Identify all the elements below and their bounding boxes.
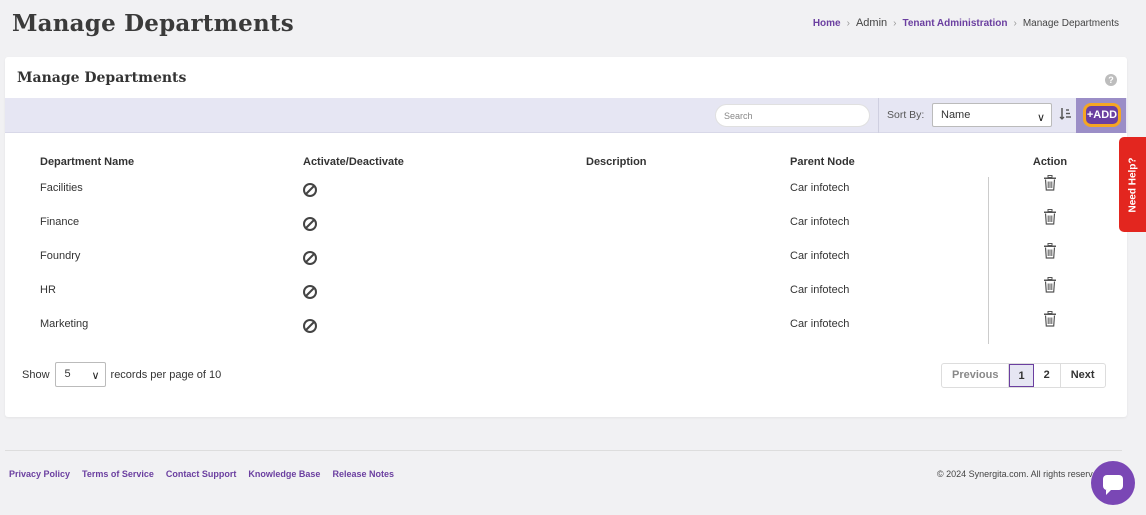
- trash-icon[interactable]: [1043, 276, 1057, 296]
- sort-by-select[interactable]: Name ∨: [932, 103, 1052, 127]
- departments-table: Department Name Activate/Deactivate Desc…: [5, 153, 1120, 341]
- department-name: Marketing: [40, 318, 89, 330]
- sort-by-value: Name: [941, 109, 971, 121]
- show-label: Show: [22, 368, 50, 381]
- add-button[interactable]: +ADD: [1083, 103, 1121, 127]
- sort-label: Sort By:: [887, 109, 925, 121]
- knowledge-base-link[interactable]: Knowledge Base: [248, 469, 320, 479]
- department-description: [586, 205, 790, 239]
- footer-links: Privacy Policy Terms of Service Contact …: [9, 469, 394, 479]
- department-name: Facilities: [40, 182, 83, 194]
- trash-icon[interactable]: [1043, 310, 1057, 330]
- terms-of-service-link[interactable]: Terms of Service: [82, 469, 154, 479]
- trash-icon[interactable]: [1043, 208, 1057, 228]
- header-description[interactable]: Description: [586, 153, 790, 171]
- table-row: Finance Car infotech: [5, 205, 1120, 239]
- help-icon[interactable]: ?: [1105, 74, 1117, 86]
- departments-card: Manage Departments ? Sort By: Name ∨ +AD…: [5, 57, 1127, 417]
- breadcrumb-current: Manage Departments: [1022, 17, 1119, 29]
- table-header-row: Department Name Activate/Deactivate Desc…: [5, 153, 1120, 171]
- copyright: © 2024 Synergita.com. All rights reserve…: [937, 469, 1106, 479]
- per-page-value: 5: [64, 368, 71, 380]
- header-activate-deactivate[interactable]: Activate/Deactivate: [303, 153, 586, 171]
- next-page-button[interactable]: Next: [1061, 364, 1105, 387]
- chevron-right-icon: ›: [893, 17, 897, 29]
- header-parent-node[interactable]: Parent Node: [790, 153, 980, 171]
- previous-page-button[interactable]: Previous: [942, 364, 1010, 387]
- table-row: Marketing Car infotech: [5, 307, 1120, 341]
- chevron-right-icon: ›: [1013, 17, 1017, 29]
- sort-order-icon[interactable]: [1059, 107, 1071, 123]
- per-page-select[interactable]: 5 ∨: [54, 362, 106, 387]
- parent-node: Car infotech: [790, 284, 850, 296]
- department-name: HR: [40, 284, 56, 296]
- need-help-label: Need Help?: [1127, 156, 1138, 213]
- chevron-down-icon: ∨: [91, 370, 100, 382]
- pagination: Previous 1 2 Next: [941, 363, 1106, 388]
- records-label: records per page of 10: [110, 368, 222, 381]
- parent-node: Car infotech: [790, 182, 850, 194]
- trash-icon[interactable]: [1043, 242, 1057, 262]
- department-name: Foundry: [40, 250, 81, 262]
- header-department-name[interactable]: Department Name: [5, 153, 303, 171]
- privacy-policy-link[interactable]: Privacy Policy: [9, 469, 70, 479]
- page-button-2[interactable]: 2: [1034, 364, 1061, 387]
- deactivate-block-icon[interactable]: [303, 182, 317, 197]
- records-per-page: Show 5 ∨ records per page of 10: [22, 362, 221, 387]
- breadcrumb: Home › Admin › Tenant Administration › M…: [813, 17, 1119, 29]
- trash-icon[interactable]: [1043, 174, 1057, 194]
- toolbar: Sort By: Name ∨ +ADD: [5, 98, 1127, 133]
- chevron-down-icon: ∨: [1036, 112, 1045, 124]
- department-name: Finance: [40, 216, 80, 228]
- table-row: HR Car infotech: [5, 273, 1120, 307]
- search-input[interactable]: [715, 104, 870, 127]
- footer-divider: [5, 450, 1122, 451]
- table-row: Facilities Car infotech: [5, 171, 1120, 205]
- deactivate-block-icon[interactable]: [303, 318, 317, 333]
- chat-button[interactable]: [1091, 461, 1135, 505]
- breadcrumb-home[interactable]: Home: [813, 18, 841, 29]
- column-divider: [988, 177, 989, 344]
- parent-node: Car infotech: [790, 250, 850, 262]
- parent-node: Car infotech: [790, 318, 850, 330]
- deactivate-block-icon[interactable]: [303, 250, 317, 265]
- need-help-tab[interactable]: Need Help?: [1119, 137, 1146, 232]
- page-button-1[interactable]: 1: [1009, 364, 1034, 387]
- department-description: [586, 273, 790, 307]
- parent-node: Car infotech: [790, 216, 850, 228]
- deactivate-block-icon[interactable]: [303, 284, 317, 299]
- page-title: Manage Departments: [12, 10, 294, 37]
- add-button-container: +ADD: [1076, 98, 1126, 133]
- toolbar-divider: [878, 98, 879, 133]
- department-description: [586, 239, 790, 273]
- chat-icon: [1103, 475, 1123, 495]
- breadcrumb-admin: Admin: [855, 17, 888, 29]
- breadcrumb-tenant-administration[interactable]: Tenant Administration: [902, 18, 1007, 29]
- chevron-right-icon: ›: [846, 17, 850, 29]
- header-action: Action: [1032, 156, 1068, 168]
- department-description: [586, 171, 790, 205]
- card-title: Manage Departments: [17, 70, 187, 86]
- deactivate-block-icon[interactable]: [303, 216, 317, 231]
- release-notes-link[interactable]: Release Notes: [332, 469, 394, 479]
- department-description: [586, 307, 790, 341]
- contact-support-link[interactable]: Contact Support: [166, 469, 237, 479]
- table-row: Foundry Car infotech: [5, 239, 1120, 273]
